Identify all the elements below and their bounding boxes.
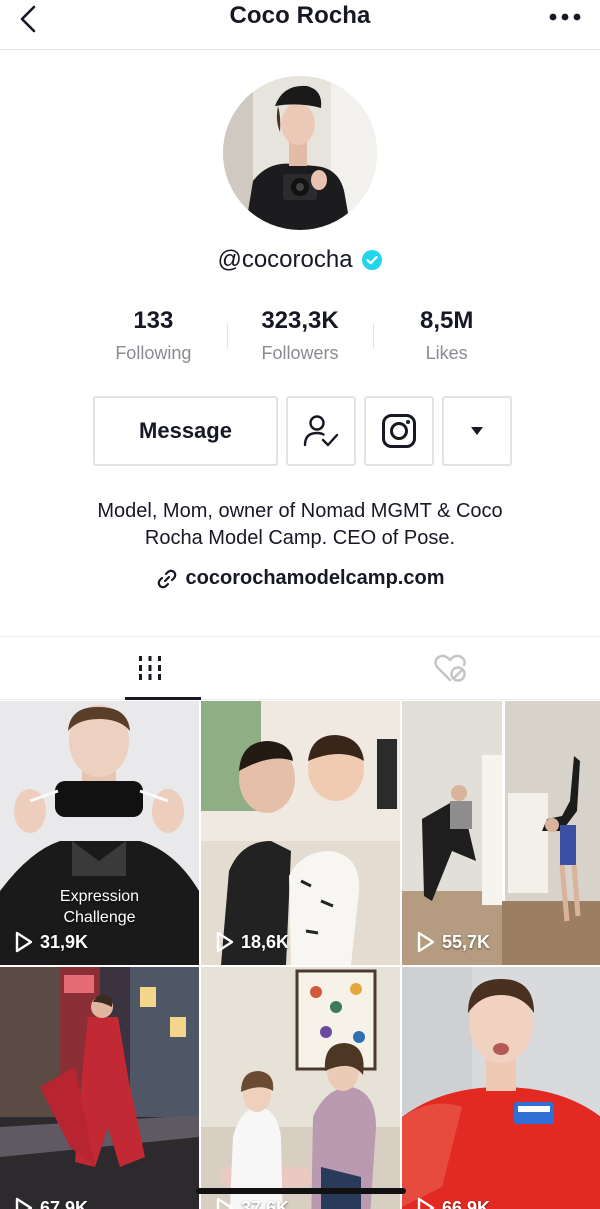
likes-label: Likes bbox=[425, 343, 468, 363]
following-stat[interactable]: 133 Following bbox=[80, 305, 227, 375]
instagram-icon bbox=[382, 414, 416, 448]
bio-line: Rocha Model Camp. CEO of Pose. bbox=[144, 527, 456, 549]
play-icon bbox=[15, 931, 33, 953]
page-title: Coco Rocha bbox=[229, 2, 371, 29]
username-row: @cocorocha bbox=[0, 246, 600, 274]
video-view-count: 31,9K bbox=[40, 931, 89, 952]
bio-link[interactable]: cocorochamodelcamp.com bbox=[0, 567, 600, 590]
profile-actions: Message bbox=[93, 396, 512, 466]
following-count: 133 bbox=[133, 307, 174, 334]
tab-liked[interactable] bbox=[300, 637, 600, 699]
video-tile[interactable]: Expression Challenge 31,9K bbox=[0, 701, 199, 965]
suggested-accounts-dropdown-button[interactable] bbox=[442, 396, 512, 466]
user-check-icon bbox=[303, 415, 339, 447]
video-view-count: 55,7K bbox=[442, 931, 491, 952]
play-icon bbox=[15, 1197, 33, 1209]
verified-badge-icon bbox=[361, 250, 382, 270]
following-label: Following bbox=[115, 343, 192, 363]
video-view-count: 66,9K bbox=[442, 1197, 491, 1209]
video-tile[interactable]: 66,9K bbox=[402, 967, 600, 1209]
video-view-count: 18,6K bbox=[241, 931, 290, 952]
grid-icon bbox=[139, 656, 161, 680]
likes-stat: 8,5M Likes bbox=[373, 305, 520, 375]
video-view-count: 37,6K bbox=[241, 1197, 290, 1209]
followers-stat[interactable]: 323,3K Followers bbox=[226, 305, 374, 375]
profile-stats: 133 Following 323,3K Followers 8,5M Like… bbox=[80, 305, 520, 375]
message-button[interactable]: Message bbox=[93, 396, 278, 466]
likes-count: 8,5M bbox=[420, 307, 474, 334]
tab-videos[interactable] bbox=[0, 637, 300, 700]
play-icon bbox=[216, 1197, 234, 1209]
video-tile[interactable]: 37,6K bbox=[201, 967, 400, 1209]
profile-avatar[interactable] bbox=[223, 76, 377, 230]
username: @cocorocha bbox=[217, 246, 353, 273]
video-views: 37,6K bbox=[215, 1197, 289, 1209]
video-views: 31,9K bbox=[14, 931, 88, 953]
followers-label: Followers bbox=[261, 343, 339, 363]
profile-bio: Model, Mom, owner of Nomad MGMT & Coco R… bbox=[40, 498, 560, 552]
profile-tabs bbox=[0, 636, 600, 700]
video-views: 66,9K bbox=[416, 1197, 490, 1209]
following-status-button[interactable] bbox=[286, 396, 356, 466]
video-tile[interactable]: 18,6K bbox=[201, 701, 400, 965]
play-icon bbox=[417, 1197, 435, 1209]
more-options-button[interactable] bbox=[540, 2, 590, 32]
video-tile[interactable]: 67,9K bbox=[0, 967, 199, 1209]
video-grid: Expression Challenge 31,9K 18,6K 55,7K 6… bbox=[0, 701, 600, 1209]
caret-down-icon bbox=[471, 427, 483, 435]
top-nav-bar: Coco Rocha bbox=[0, 0, 600, 50]
ellipsis-icon bbox=[549, 13, 581, 21]
video-views: 67,9K bbox=[14, 1197, 88, 1209]
video-caption: Expression Challenge bbox=[59, 888, 140, 926]
video-view-count: 67,9K bbox=[40, 1197, 89, 1209]
instagram-button[interactable] bbox=[364, 396, 434, 466]
play-icon bbox=[417, 931, 435, 953]
video-views: 55,7K bbox=[416, 931, 490, 953]
play-icon bbox=[216, 931, 234, 953]
bio-line: Model, Mom, owner of Nomad MGMT & Coco bbox=[97, 500, 503, 522]
liked-hidden-icon bbox=[434, 654, 466, 682]
link-icon bbox=[157, 569, 176, 588]
followers-count: 323,3K bbox=[261, 307, 339, 334]
video-views: 18,6K bbox=[215, 931, 289, 953]
video-tile[interactable]: 55,7K bbox=[402, 701, 600, 965]
bio-link-text: cocorochamodelcamp.com bbox=[185, 567, 445, 589]
home-indicator[interactable] bbox=[196, 1188, 406, 1194]
